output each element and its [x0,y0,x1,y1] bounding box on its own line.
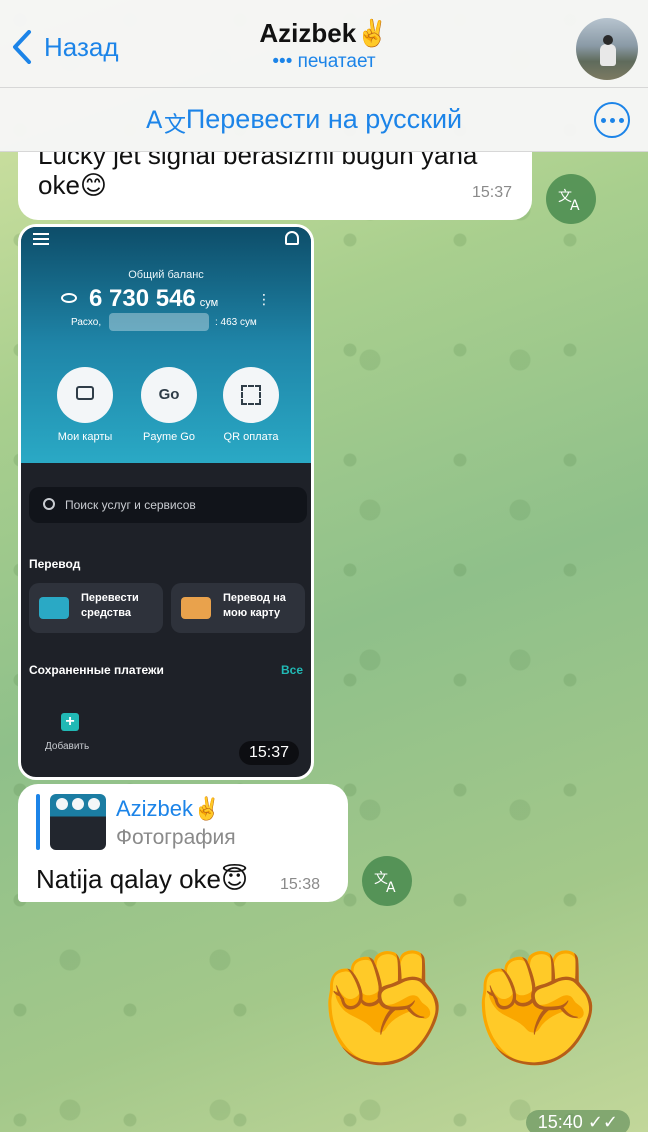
chat-title: Azizbek✌️ [259,18,389,48]
message-list[interactable]: Lucky jet signal berasizmi bugun yana ok… [0,152,648,1132]
svg-text:A: A [570,198,580,213]
message-text: Lucky jet signal berasizmi bugun yana [38,152,478,170]
search-icon [43,498,55,510]
kebab-icon: ⋮ [257,291,271,307]
expense-label: Расхо, [71,317,102,328]
plus-icon: + [61,713,79,731]
message-bubble-reply[interactable]: Azizbek✌️ Фотография Natija qalay oke😇 1… [18,784,348,902]
message-bubble-incoming[interactable]: Lucky jet signal berasizmi bugun yana ok… [18,152,532,220]
emoji-message[interactable]: ✊✊ [313,952,620,1064]
saved-payments-title: Сохраненные платежи [29,663,164,677]
chat-header[interactable]: Azizbek✌️ ••• печатает [0,18,648,73]
message-text: oke😊 [38,170,108,200]
message-time: 15:40 ✓✓ [525,1110,630,1132]
all-link: Все [280,663,303,677]
transfer-card: Перевести средства [29,583,163,633]
expense-value: : 463 сум [215,317,257,328]
transfer-title: Перевод [29,557,81,571]
svg-text:A: A [386,880,396,895]
translate-icon: 文A [374,871,396,895]
navigation-bar: Назад Azizbek✌️ ••• печатает [0,0,648,88]
action-label: Мои карты [57,431,113,443]
translate-bar: A 文 Перевести на русский [0,88,648,152]
reply-quote-bar [36,794,40,850]
message-time: 15:37 [238,741,299,765]
translate-icon: 文A [558,189,580,213]
action-label: QR оплата [223,431,279,443]
blurred-value [109,313,209,331]
card-icon [57,367,113,423]
app-screenshot-header: Общий баланс 6 730 546 сум ⋮ Расхо, : 463… [21,227,311,463]
typing-status: ••• печатает [272,51,376,72]
translate-message-button[interactable]: 文A [546,174,596,224]
message-time: 15:37 [471,184,512,201]
total-balance-label: Общий баланс [128,269,204,281]
reply-author: Azizbek✌️ [116,796,221,821]
balance-value: 6 730 546 сум [89,285,219,312]
message-time: 15:38 [280,876,321,893]
avatar[interactable] [576,18,638,80]
transfer-card: Перевод на мою карту [171,583,305,633]
action-label: Payme Go [143,431,195,443]
translate-message-button[interactable]: 文A [362,856,412,906]
action-qr-payment: QR оплата [211,367,291,443]
more-options-icon[interactable] [594,102,630,138]
go-icon: Go [141,367,197,423]
double-check-icon: ✓✓ [587,1112,618,1132]
reply-type: Фотография [116,826,236,849]
add-label: Добавить [45,741,90,752]
photo-message[interactable]: Общий баланс 6 730 546 сум ⋮ Расхо, : 463… [18,224,314,780]
translate-button[interactable]: Перевести на русский [0,104,648,135]
action-payme-go: Go Payme Go [129,367,209,443]
wallet-icon [39,597,69,619]
message-text: Natija qalay oke😇 [36,864,249,894]
search-field: Поиск услуг и сервисов [29,487,307,523]
qr-icon [223,367,279,423]
action-my-cards: Мои карты [45,367,125,443]
cards-icon [181,597,211,619]
eye-icon [61,293,77,303]
bell-icon [285,231,299,245]
reply-thumbnail[interactable] [50,794,106,850]
menu-icon [33,233,49,245]
